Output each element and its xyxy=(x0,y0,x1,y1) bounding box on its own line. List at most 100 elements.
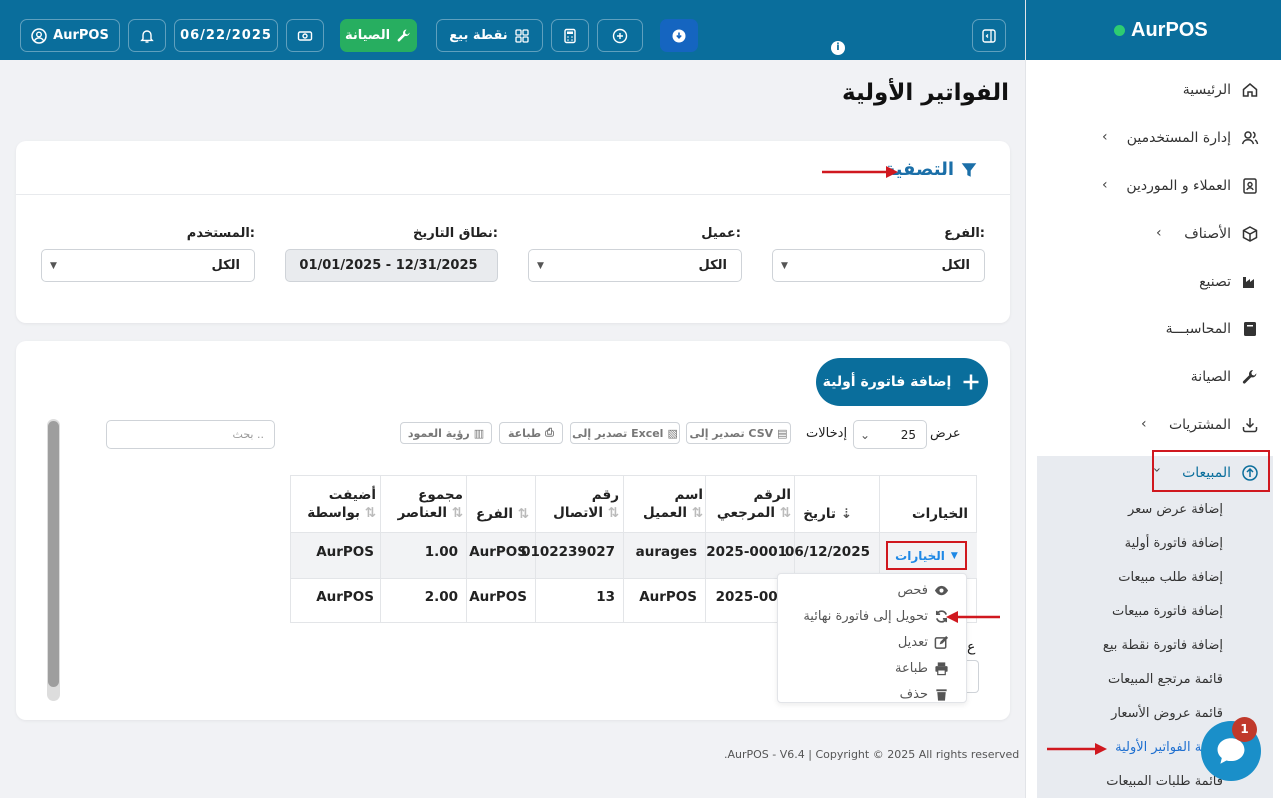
cell-added-by: AurPOS xyxy=(316,589,374,605)
column-header[interactable]: الفرع ⇅ xyxy=(459,505,529,523)
column-header[interactable]: الرقم المرجعي ⇅ xyxy=(711,486,791,522)
sales-subitem-quotes-list[interactable]: قائمة عروض الأسعار xyxy=(1111,706,1223,721)
table-row xyxy=(291,532,977,578)
menu-item-delete[interactable]: حذف xyxy=(900,687,949,702)
sidebar-item-home[interactable]: الرئيسية xyxy=(1183,81,1259,99)
sidebar-item-contacts[interactable]: العملاء و الموردين xyxy=(1126,177,1259,195)
sidebar-item-maintenance[interactable]: الصيانة xyxy=(1191,368,1259,386)
sales-subitem-quote[interactable]: إضافة عرض سعر xyxy=(1128,502,1223,517)
sort-desc-icon: ⇣ xyxy=(840,506,852,522)
money-icon xyxy=(297,30,313,41)
user-circle-icon xyxy=(31,27,47,44)
status-dot xyxy=(1114,24,1125,36)
notifications-button[interactable] xyxy=(128,19,166,52)
trash-icon xyxy=(936,689,947,701)
column-header[interactable]: رقم الاتصال ⇅ xyxy=(539,486,619,522)
date-range-input[interactable]: 01/01/2025 - 12/31/2025 xyxy=(285,249,498,282)
home-icon xyxy=(1242,83,1258,97)
info-icon[interactable]: i xyxy=(831,41,845,55)
excel-file-icon: ▧ xyxy=(667,426,678,440)
calculator-button[interactable] xyxy=(551,19,589,52)
filter-icon xyxy=(961,162,977,177)
pos-button[interactable]: نقطة بيع xyxy=(436,19,543,52)
divider xyxy=(290,532,977,533)
entries-value: 25 xyxy=(900,427,916,442)
search-input[interactable]: بحث .. xyxy=(106,420,275,449)
sales-subitem-proforma[interactable]: إضافة فاتورة أولية xyxy=(1125,536,1223,551)
export-csv-button[interactable]: تصدير إلى CSV ▤ xyxy=(686,422,791,444)
sort-icon: ⇅ xyxy=(364,505,376,521)
sidebar-item-users[interactable]: إدارة المستخدمين xyxy=(1127,129,1259,147)
column-header[interactable]: مجموع العناصر ⇅ xyxy=(393,486,463,522)
download-circle-icon xyxy=(672,29,686,42)
maintenance-button[interactable]: الصيانة xyxy=(340,19,417,52)
menu-item-convert[interactable]: تحويل إلى فاتورة نهائية xyxy=(803,609,949,624)
annotation-arrow xyxy=(1047,743,1107,755)
book-icon xyxy=(1244,322,1256,336)
printer-icon xyxy=(935,662,948,676)
sidebar-item-purchases[interactable]: المشتريات xyxy=(1169,416,1259,434)
chevron-left-icon: ‹ xyxy=(1141,416,1147,432)
cell-branch: AurPOS xyxy=(469,544,527,560)
menu-item-print[interactable]: طباعة xyxy=(895,661,949,676)
sales-subitem-pos-invoice[interactable]: إضافة فاتورة نقطة بيع xyxy=(1103,638,1223,653)
branch-select[interactable]: ▼ الكل xyxy=(772,249,985,282)
cell-customer: aurages xyxy=(635,544,697,560)
branch-value: الكل xyxy=(941,258,970,273)
sales-subitem-order[interactable]: إضافة طلب مبيعات xyxy=(1118,570,1223,585)
sidebar-item-label: إدارة المستخدمين xyxy=(1126,130,1231,146)
eye-icon xyxy=(934,585,949,596)
download-app-button[interactable] xyxy=(660,19,698,52)
branch-label: الفرع: xyxy=(944,226,985,241)
entries-select[interactable]: ⌄ 25 xyxy=(853,420,927,449)
download-icon xyxy=(1242,418,1258,433)
cash-register-button[interactable] xyxy=(286,19,324,52)
column-header[interactable]: أضيفت بواسطة ⇅ xyxy=(296,486,376,522)
box-icon xyxy=(1242,226,1258,242)
scrollbar-thumb[interactable] xyxy=(48,421,59,687)
user-value: الكل xyxy=(211,258,240,273)
sales-subitem-orders-list[interactable]: قائمة طلبات المبيعات xyxy=(1106,774,1223,789)
column-header[interactable]: تاريخ ⇣ xyxy=(792,505,852,523)
header-label: الفرع xyxy=(475,506,513,522)
factory-icon xyxy=(1243,277,1254,288)
column-header[interactable]: اسم العميل ⇅ xyxy=(643,486,703,522)
sidebar-item-accounting[interactable]: المحاسبـــة xyxy=(1166,320,1259,338)
sidebar-item-products[interactable]: الأصناف xyxy=(1184,225,1259,243)
footer-copyright: .AurPOS - V6.4 | Copyright © 2025 All ri… xyxy=(724,748,1020,761)
annotation-arrow xyxy=(946,611,1000,623)
plus-circle-icon xyxy=(612,28,628,43)
client-select[interactable]: ▼ الكل xyxy=(528,249,742,282)
user-menu-button[interactable]: AurPOS xyxy=(20,19,120,52)
sidebar-item-manufacturing[interactable]: تصنيع xyxy=(1199,273,1259,291)
column-visibility-button[interactable]: رؤية العمود ▥ xyxy=(400,422,492,444)
menu-item-edit[interactable]: تعديل xyxy=(898,635,949,650)
cell-added-by: AurPOS xyxy=(316,544,374,560)
print-button[interactable]: طباعة ⎙ xyxy=(499,422,563,444)
add-proforma-button[interactable]: إضافة فاتورة أولية xyxy=(816,358,988,406)
annotation-arrow xyxy=(822,166,898,178)
column-header[interactable]: الخيارات xyxy=(912,505,968,523)
top-bar: AurPOS 06/22/2025 الصيانة نقطة بيع xyxy=(0,0,1025,60)
quick-add-button[interactable] xyxy=(597,19,643,52)
entries-label: إدخالات xyxy=(806,426,848,441)
date-range-label: نطاق التاريخ: xyxy=(412,226,498,241)
export-excel-button[interactable]: تصدير إلى Excel ▧ xyxy=(570,422,680,444)
user-select[interactable]: ▼ الكل xyxy=(41,249,255,282)
add-proforma-label: إضافة فاتورة أولية xyxy=(822,374,952,390)
column-visibility-label: رؤية العمود xyxy=(407,426,470,440)
menu-item-view[interactable]: فحص xyxy=(897,583,949,598)
export-csv-label: تصدير إلى CSV xyxy=(689,426,774,440)
bell-icon xyxy=(140,29,154,43)
sidebar-toggle-button[interactable] xyxy=(972,19,1006,52)
date-range-value: 01/01/2025 - 12/31/2025 xyxy=(299,258,478,273)
partial-input[interactable] xyxy=(967,660,979,693)
sales-subitem-invoice[interactable]: إضافة فاتورة مبيعات xyxy=(1112,604,1223,619)
file-icon: ▤ xyxy=(777,426,788,440)
brand[interactable]: AurPOS xyxy=(1026,0,1281,60)
sales-subitem-returns[interactable]: قائمة مرتجع المبيعات xyxy=(1108,672,1223,687)
plus-icon xyxy=(963,374,979,390)
client-label: عميل: xyxy=(701,226,741,241)
page-title: الفواتير الأولية xyxy=(842,80,1009,106)
menu-item-label: تعديل xyxy=(897,635,928,650)
